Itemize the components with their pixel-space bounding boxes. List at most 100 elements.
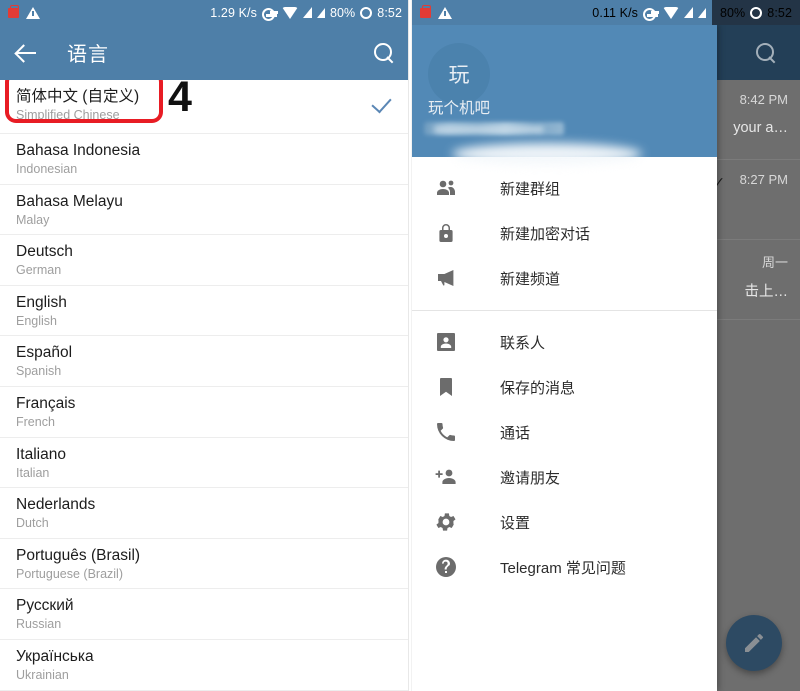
clock-label: 8:52 (767, 5, 792, 20)
drawer-item-person-add[interactable]: 邀请朋友 (412, 455, 717, 500)
language-row[interactable]: Українська Ukrainian (0, 640, 408, 691)
language-row[interactable]: Français French (0, 387, 408, 438)
drawer-item-megaphone[interactable]: 新建频道 (412, 256, 717, 301)
language-row[interactable]: Bahasa Indonesia Indonesian (0, 134, 408, 185)
language-name: Español (16, 344, 73, 362)
language-name: English (16, 293, 67, 311)
wifi-icon (663, 6, 679, 19)
language-row[interactable]: English English (0, 286, 408, 337)
contacts-icon (434, 330, 460, 356)
drawer-item-help-circle[interactable]: Telegram 常见问题 (412, 545, 717, 590)
language-name: Bahasa Melayu (16, 192, 123, 210)
signal-1-icon (684, 7, 693, 18)
drawer-item-bookmark[interactable]: 保存的消息 (412, 365, 717, 410)
language-row-text: Português (Brasil) Portuguese (Brazil) (16, 546, 140, 583)
search-icon[interactable] (372, 41, 396, 65)
work-profile-icon (8, 4, 19, 18)
compose-fab-button[interactable] (726, 615, 782, 671)
language-english-name: French (16, 414, 55, 429)
language-name: Français (16, 394, 76, 412)
language-row-text: Italiano Italian (16, 445, 66, 482)
language-row-text: Français French (16, 394, 75, 431)
language-row[interactable]: Español Spanish (0, 336, 408, 387)
chat-timestamp: 8:42 PM (739, 92, 788, 107)
wifi-icon (281, 6, 298, 19)
language-row[interactable]: Português (Brasil) Portuguese (Brazil) (0, 539, 408, 590)
status-left-icons (420, 4, 452, 19)
language-name: 简体中文 (自定义) (16, 88, 140, 105)
phone-icon (434, 420, 460, 446)
language-name: Bahasa Indonesia (16, 142, 141, 159)
selected-check-icon (372, 600, 394, 622)
status-right-icons: 1.29 K/s 80% 8:52 (210, 5, 402, 21)
language-row-text: Русский Russian (16, 596, 74, 633)
warning-icon (438, 6, 452, 19)
search-icon[interactable] (754, 41, 778, 65)
drawer-section: 新建群组新建加密对话新建频道 (412, 157, 717, 310)
language-row-text: Bahasa Indonesia Indonesian (16, 141, 140, 178)
screenshot-root: 1.29 K/s 80% 8:52 语言 简体中文 (自定义) Simplifie… (0, 0, 800, 691)
language-english-name: Portuguese (Brazil) (16, 566, 123, 581)
pencil-icon (745, 633, 764, 652)
gear-icon (434, 510, 460, 536)
language-row-text: 简体中文 (自定义) Simplified Chinese (16, 87, 139, 124)
selected-check-icon (372, 550, 394, 572)
chat-snippet: your a… (733, 120, 788, 136)
clock-label: 8:52 (377, 5, 402, 20)
language-name: Português (Brasil) (16, 546, 141, 564)
chat-timestamp: 周一 (761, 255, 788, 270)
arrow-back-icon[interactable] (14, 40, 40, 66)
language-name: Українська (16, 647, 94, 665)
selected-check-icon (372, 398, 394, 420)
selected-check-icon (372, 91, 394, 113)
drawer-item-group-add[interactable]: 新建群组 (412, 166, 717, 211)
drawer-menu: 新建群组新建加密对话新建频道联系人保存的消息通话邀请朋友设置 Telegram 常… (412, 157, 717, 599)
drawer-item-lock[interactable]: 新建加密对话 (412, 211, 717, 256)
navigation-drawer: 玩 玩个机吧 新建群组新建加密对话新建频道联系人保存的消息通话邀请朋友设置 Tel… (412, 25, 717, 691)
language-row[interactable]: Bahasa Melayu Malay (0, 185, 408, 236)
drawer-item-label: 通话 (500, 425, 531, 442)
status-bar-light-section: 0.11 K/s (412, 0, 712, 25)
drawer-header[interactable]: 玩 玩个机吧 (412, 25, 717, 165)
language-english-name: Indonesian (16, 162, 78, 176)
drawer-item-label: 新建群组 (500, 181, 561, 198)
left-phone-panel: 1.29 K/s 80% 8:52 语言 简体中文 (自定义) Simplifie… (0, 0, 408, 691)
language-toolbar: 语言 (0, 25, 408, 80)
language-row[interactable]: Deutsch German (0, 235, 408, 286)
drawer-item-label: 保存的消息 (500, 380, 576, 397)
language-row[interactable]: Nederlands Dutch (0, 488, 408, 539)
selected-check-icon (372, 145, 394, 167)
language-english-name: German (16, 263, 62, 278)
status-middle-icons: 0.11 K/s (592, 5, 712, 21)
language-name: Русский (16, 597, 74, 615)
chat-snippet: 击上… (744, 284, 789, 300)
drawer-item-label: 新建频道 (500, 271, 561, 288)
language-name: Italiano (16, 445, 66, 463)
language-row[interactable]: Русский Russian (0, 589, 408, 640)
avatar-initials: 玩 (448, 64, 470, 87)
vpn-key-icon (261, 8, 278, 21)
drawer-item-gear[interactable]: 设置 (412, 500, 717, 545)
drawer-item-label: 邀请朋友 (500, 470, 561, 487)
page-title: 语言 (67, 44, 109, 66)
battery-charging-icon (360, 6, 373, 19)
selected-check-icon (372, 347, 394, 369)
drawer-item-contacts[interactable]: 联系人 (412, 320, 717, 365)
drawer-item-label: 联系人 (500, 335, 546, 352)
account-name: 玩个机吧 (428, 100, 491, 117)
selected-check-icon (372, 651, 394, 673)
selected-check-icon (372, 449, 394, 471)
annotation-step-number: 4 (168, 73, 192, 121)
redacted-phone-number-overlay (434, 126, 544, 133)
drawer-item-phone[interactable]: 通话 (412, 410, 717, 455)
status-bar-dim-section: 80% 8:52 (712, 0, 800, 25)
language-row-text: Español Spanish (16, 343, 72, 380)
language-list: 简体中文 (自定义) Simplified Chinese Bahasa Indon… (0, 80, 408, 691)
language-name: Deutsch (16, 243, 73, 261)
network-speed-label: 0.11 K/s (592, 5, 638, 20)
language-row[interactable]: Italiano Italian (0, 438, 408, 489)
language-row[interactable]: 简体中文 (自定义) Simplified Chinese (0, 80, 408, 134)
language-row-text: Deutsch German (16, 242, 73, 279)
selected-check-icon (372, 246, 394, 268)
network-speed-label: 1.29 K/s (210, 5, 257, 20)
